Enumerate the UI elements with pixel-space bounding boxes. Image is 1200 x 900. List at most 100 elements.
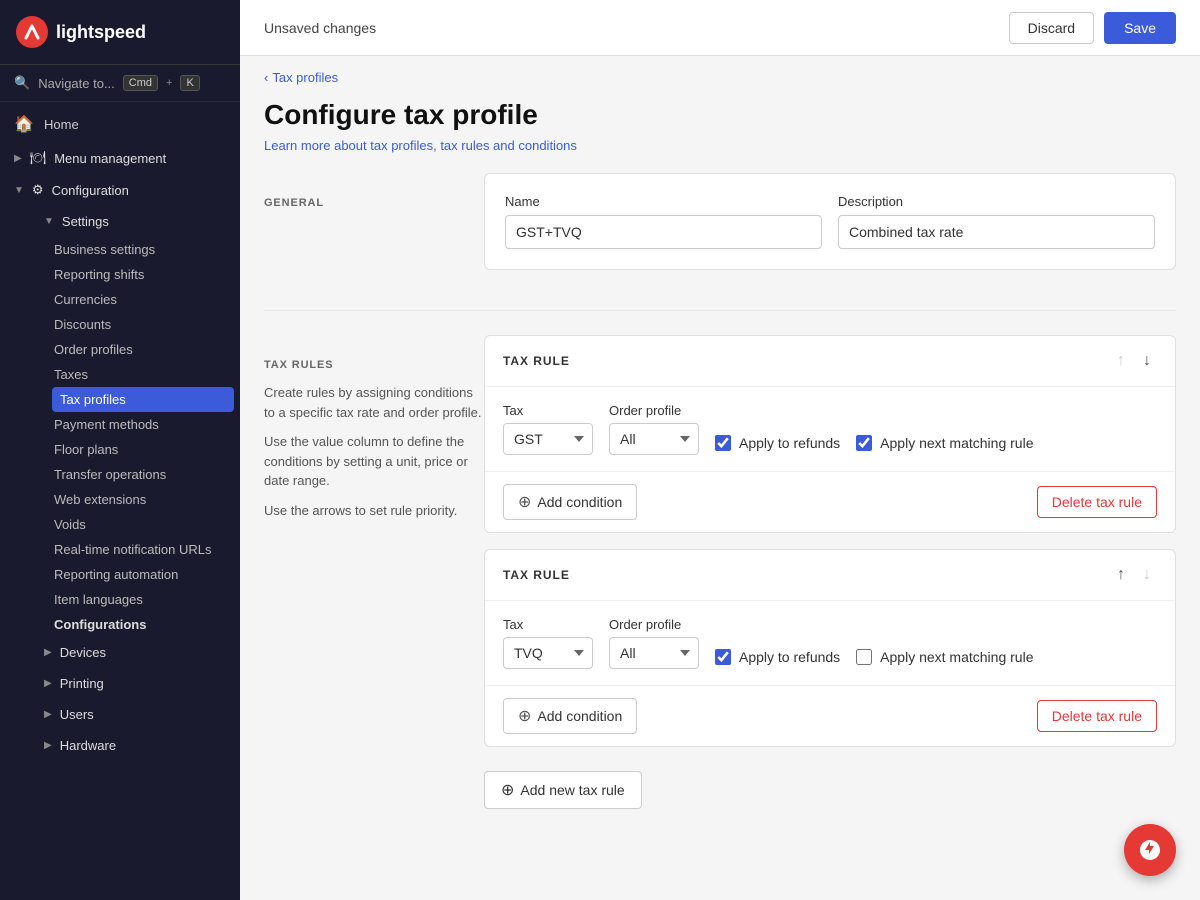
page-content: ‹ Tax profiles Configure tax profile Lea… — [240, 56, 1200, 900]
sidebar-item-order-profiles[interactable]: Order profiles — [46, 337, 240, 362]
sidebar-voids-label: Voids — [54, 517, 86, 532]
tax-rule-2-body: Tax GST TVQ Order profile All — [485, 601, 1175, 685]
sidebar-menu-label: Menu management — [54, 151, 166, 166]
apply-refunds-2-checkbox[interactable] — [715, 649, 731, 665]
apply-refunds-2-group: Apply to refunds — [715, 649, 840, 669]
general-section-content: Name Description — [484, 173, 1176, 286]
apply-next-2-checkbox[interactable] — [856, 649, 872, 665]
sidebar-item-home[interactable]: 🏠 Home — [0, 106, 240, 142]
sidebar-item-home-label: Home — [44, 117, 79, 132]
sidebar-item-discounts[interactable]: Discounts — [46, 312, 240, 337]
discard-button[interactable]: Discard — [1009, 12, 1094, 44]
sidebar-floor-label: Floor plans — [54, 442, 118, 457]
save-button[interactable]: Save — [1104, 12, 1176, 44]
tax-1-select[interactable]: GST TVQ — [503, 423, 593, 455]
description-field-group: Description — [838, 194, 1155, 249]
delete-rule-1-button[interactable]: Delete tax rule — [1037, 486, 1157, 518]
apply-next-1-checkbox[interactable] — [856, 435, 872, 451]
learn-more-link[interactable]: Learn more about tax profiles, tax rules… — [264, 138, 577, 153]
sidebar-item-printing[interactable]: ▶ Printing — [30, 668, 240, 699]
sidebar-web-ext-label: Web extensions — [54, 492, 146, 507]
printing-arrow-icon: ▶ — [44, 678, 52, 689]
sidebar-item-web-extensions[interactable]: Web extensions — [46, 487, 240, 512]
apply-refunds-1-group: Apply to refunds — [715, 435, 840, 455]
plus-circle-2-icon: ⊕ — [518, 706, 531, 726]
sidebar-item-menu-management[interactable]: ▶ 🍽 Menu management — [0, 142, 240, 174]
apply-refunds-2-label: Apply to refunds — [739, 649, 840, 665]
tax-rule-1-title: TAX RULE — [503, 354, 570, 368]
main-content: Unsaved changes Discard Save ‹ Tax profi… — [240, 0, 1200, 900]
tax-rules-section: TAX RULES Create rules by assigning cond… — [240, 311, 1200, 857]
sidebar-item-business-settings[interactable]: Business settings — [46, 237, 240, 262]
sidebar-item-floor-plans[interactable]: Floor plans — [46, 437, 240, 462]
rule-1-down-button[interactable]: ↓ — [1137, 350, 1157, 372]
sidebar-item-users[interactable]: ▶ Users — [30, 699, 240, 730]
sidebar-devices-label: Devices — [60, 645, 106, 660]
nav-search[interactable]: 🔍 Navigate to... Cmd + K — [0, 65, 240, 102]
plus-new-rule-icon: ⊕ — [501, 780, 514, 800]
breadcrumb-arrow: ‹ — [264, 70, 268, 85]
sidebar-rt-urls-label: Real-time notification URLs — [54, 542, 212, 557]
sidebar-item-configurations[interactable]: Configurations — [46, 612, 240, 637]
sidebar-item-devices[interactable]: ▶ Devices — [30, 637, 240, 668]
sidebar-item-payment-methods[interactable]: Payment methods — [46, 412, 240, 437]
sidebar-item-item-languages[interactable]: Item languages — [46, 587, 240, 612]
k-key: K — [180, 75, 199, 91]
add-new-tax-rule-button[interactable]: ⊕ Add new tax rule — [484, 771, 642, 809]
delete-rule-2-button[interactable]: Delete tax rule — [1037, 700, 1157, 732]
breadcrumb[interactable]: ‹ Tax profiles — [240, 56, 1200, 99]
sidebar-transfer-label: Transfer operations — [54, 467, 166, 482]
plus-separator: + — [166, 77, 172, 89]
sidebar-discounts-label: Discounts — [54, 317, 111, 332]
sidebar-item-real-time-urls[interactable]: Real-time notification URLs — [46, 537, 240, 562]
apply-refunds-1-checkbox[interactable] — [715, 435, 731, 451]
rule-1-up-button[interactable]: ↑ — [1111, 350, 1131, 372]
sidebar-item-taxes[interactable]: Taxes — [46, 362, 240, 387]
arrow-down-icon: ▼ — [14, 185, 24, 196]
add-condition-2-button[interactable]: ⊕ Add condition — [503, 698, 637, 734]
name-input[interactable] — [505, 215, 822, 249]
description-input[interactable] — [838, 215, 1155, 249]
settings-arrow-icon: ▼ — [44, 216, 54, 227]
tax-rules-desc1: Create rules by assigning conditions to … — [264, 383, 484, 422]
sidebar-item-currencies[interactable]: Currencies — [46, 287, 240, 312]
add-condition-1-button[interactable]: ⊕ Add condition — [503, 484, 637, 520]
sidebar-item-hardware[interactable]: ▶ Hardware — [30, 730, 240, 761]
add-condition-2-label: Add condition — [537, 708, 622, 724]
sidebar-item-reporting-automation[interactable]: Reporting automation — [46, 562, 240, 587]
order-profile-1-select[interactable]: All — [609, 423, 699, 455]
sidebar-tax-profiles-label: Tax profiles — [60, 392, 126, 407]
sidebar-item-tax-profiles[interactable]: Tax profiles — [52, 387, 234, 412]
sidebar-configurations-label: Configurations — [54, 617, 146, 632]
general-label-col: GENERAL — [264, 173, 484, 286]
fab-button[interactable] — [1124, 824, 1176, 876]
page-title: Configure tax profile — [264, 99, 1176, 131]
tax-rule-1-body: Tax GST TVQ Order profile All — [485, 387, 1175, 471]
general-form-row: Name Description — [505, 194, 1155, 249]
order-profile-1-label: Order profile — [609, 403, 699, 418]
tax-2-select-group: Tax GST TVQ — [503, 617, 593, 669]
sidebar-item-voids[interactable]: Voids — [46, 512, 240, 537]
rule-2-down-button[interactable]: ↓ — [1137, 564, 1157, 586]
tax-2-select[interactable]: GST TVQ — [503, 637, 593, 669]
hardware-arrow-icon: ▶ — [44, 740, 52, 751]
nav-search-label: Navigate to... — [38, 76, 115, 91]
sidebar-item-reporting-shifts[interactable]: Reporting shifts — [46, 262, 240, 287]
configuration-children: ▼ Settings Business settings Reporting s… — [0, 206, 240, 761]
config-icon: ⚙ — [32, 182, 44, 198]
sidebar-item-transfer-operations[interactable]: Transfer operations — [46, 462, 240, 487]
add-condition-1-label: Add condition — [537, 494, 622, 510]
order-profile-2-select[interactable]: All — [609, 637, 699, 669]
sidebar-section-main: 🏠 Home ▶ 🍽 Menu management ▼ ⚙ Configura… — [0, 102, 240, 765]
tax-rules-desc3: Use the arrows to set rule priority. — [264, 501, 484, 521]
cmd-key: Cmd — [123, 75, 158, 91]
general-card: Name Description — [484, 173, 1176, 270]
apply-next-2-label: Apply next matching rule — [880, 649, 1033, 665]
home-icon: 🏠 — [14, 114, 34, 134]
logo-text: lightspeed — [56, 22, 146, 43]
sidebar-item-configuration[interactable]: ▼ ⚙ Configuration — [0, 174, 240, 206]
sidebar-item-settings[interactable]: ▼ Settings — [30, 206, 240, 237]
tax-rule-2-arrows: ↑ ↓ — [1111, 564, 1157, 586]
order-profile-2-select-group: Order profile All — [609, 617, 699, 669]
rule-2-up-button[interactable]: ↑ — [1111, 564, 1131, 586]
